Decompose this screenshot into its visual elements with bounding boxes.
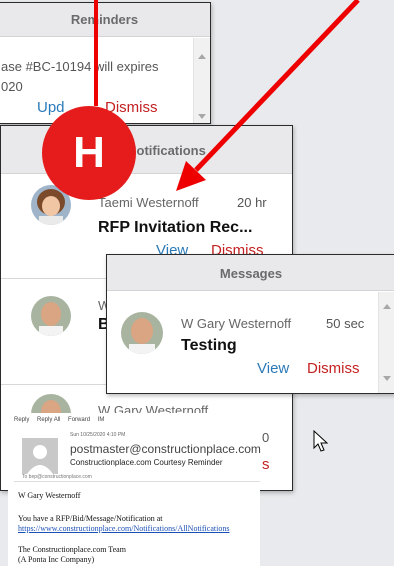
email-toolbar: Reply Reply All Forward IM: [14, 417, 110, 423]
mouse-cursor-icon: [313, 430, 329, 452]
email-signature-line2: (A Ponta Inc Company): [18, 555, 95, 564]
notification-subject: RFP Invitation Rec...: [98, 219, 253, 236]
reminder-update-link[interactable]: Upd: [37, 99, 65, 116]
email-subject: Constructionplace.com Courtesy Reminder: [70, 458, 223, 467]
message-view-link[interactable]: View: [257, 360, 289, 377]
email-link[interactable]: https://www.constructionplace.com/Notifi…: [18, 524, 229, 533]
email-body-line: You have a RFP/Bid/Message/Notification …: [18, 514, 163, 523]
notification-time: 0: [262, 430, 270, 445]
notification-sender: Taemi Westernoff: [98, 195, 199, 210]
email-to: To bep@constructionplace.com: [22, 474, 92, 480]
reminders-panel: Reminders ase #BC-10194 will expires 020…: [0, 2, 211, 124]
reminder-text-line1: ase #BC-10194 will expires: [1, 59, 159, 74]
email-signature-line1: The Constructionplace.com Team: [18, 545, 126, 554]
notification-dismiss-link[interactable]: s: [262, 456, 270, 473]
scroll-down-icon[interactable]: [198, 114, 206, 119]
scroll-up-icon[interactable]: [383, 304, 391, 309]
sender-avatar-icon: [22, 438, 58, 474]
email-date: Sun 10/25/2020 4:10 PM: [70, 432, 126, 438]
message-time: 50 sec: [326, 316, 365, 331]
forward-button[interactable]: Forward: [68, 417, 90, 423]
message-sender: W Gary Westernoff: [181, 316, 292, 331]
h-badge-icon: H: [42, 106, 136, 200]
message-dismiss-link[interactable]: Dismiss: [307, 360, 360, 377]
reminders-scrollbar[interactable]: [193, 38, 210, 123]
avatar: [121, 312, 163, 354]
email-greeting: W Gary Westernoff: [18, 491, 81, 500]
email-from: postmaster@constructionplace.com: [70, 442, 261, 456]
notification-time: 20 hr: [237, 195, 267, 210]
im-button[interactable]: IM: [98, 417, 105, 423]
scroll-down-icon[interactable]: [383, 376, 391, 381]
message-subject: Testing: [181, 337, 237, 354]
email-preview: Reply Reply All Forward IM Sun 10/25/202…: [8, 413, 261, 566]
messages-header: Messages: [107, 255, 394, 291]
reminder-text-line2: 020: [1, 79, 23, 94]
messages-panel: Messages W Gary Westernoff 50 sec Testin…: [106, 254, 394, 394]
avatar: [31, 296, 71, 336]
scroll-up-icon[interactable]: [198, 54, 206, 59]
messages-scrollbar[interactable]: [378, 292, 394, 393]
reply-button[interactable]: Reply: [14, 417, 29, 423]
reply-all-button[interactable]: Reply All: [37, 417, 60, 423]
reminders-header: Reminders: [0, 3, 210, 37]
divider: [14, 481, 260, 482]
